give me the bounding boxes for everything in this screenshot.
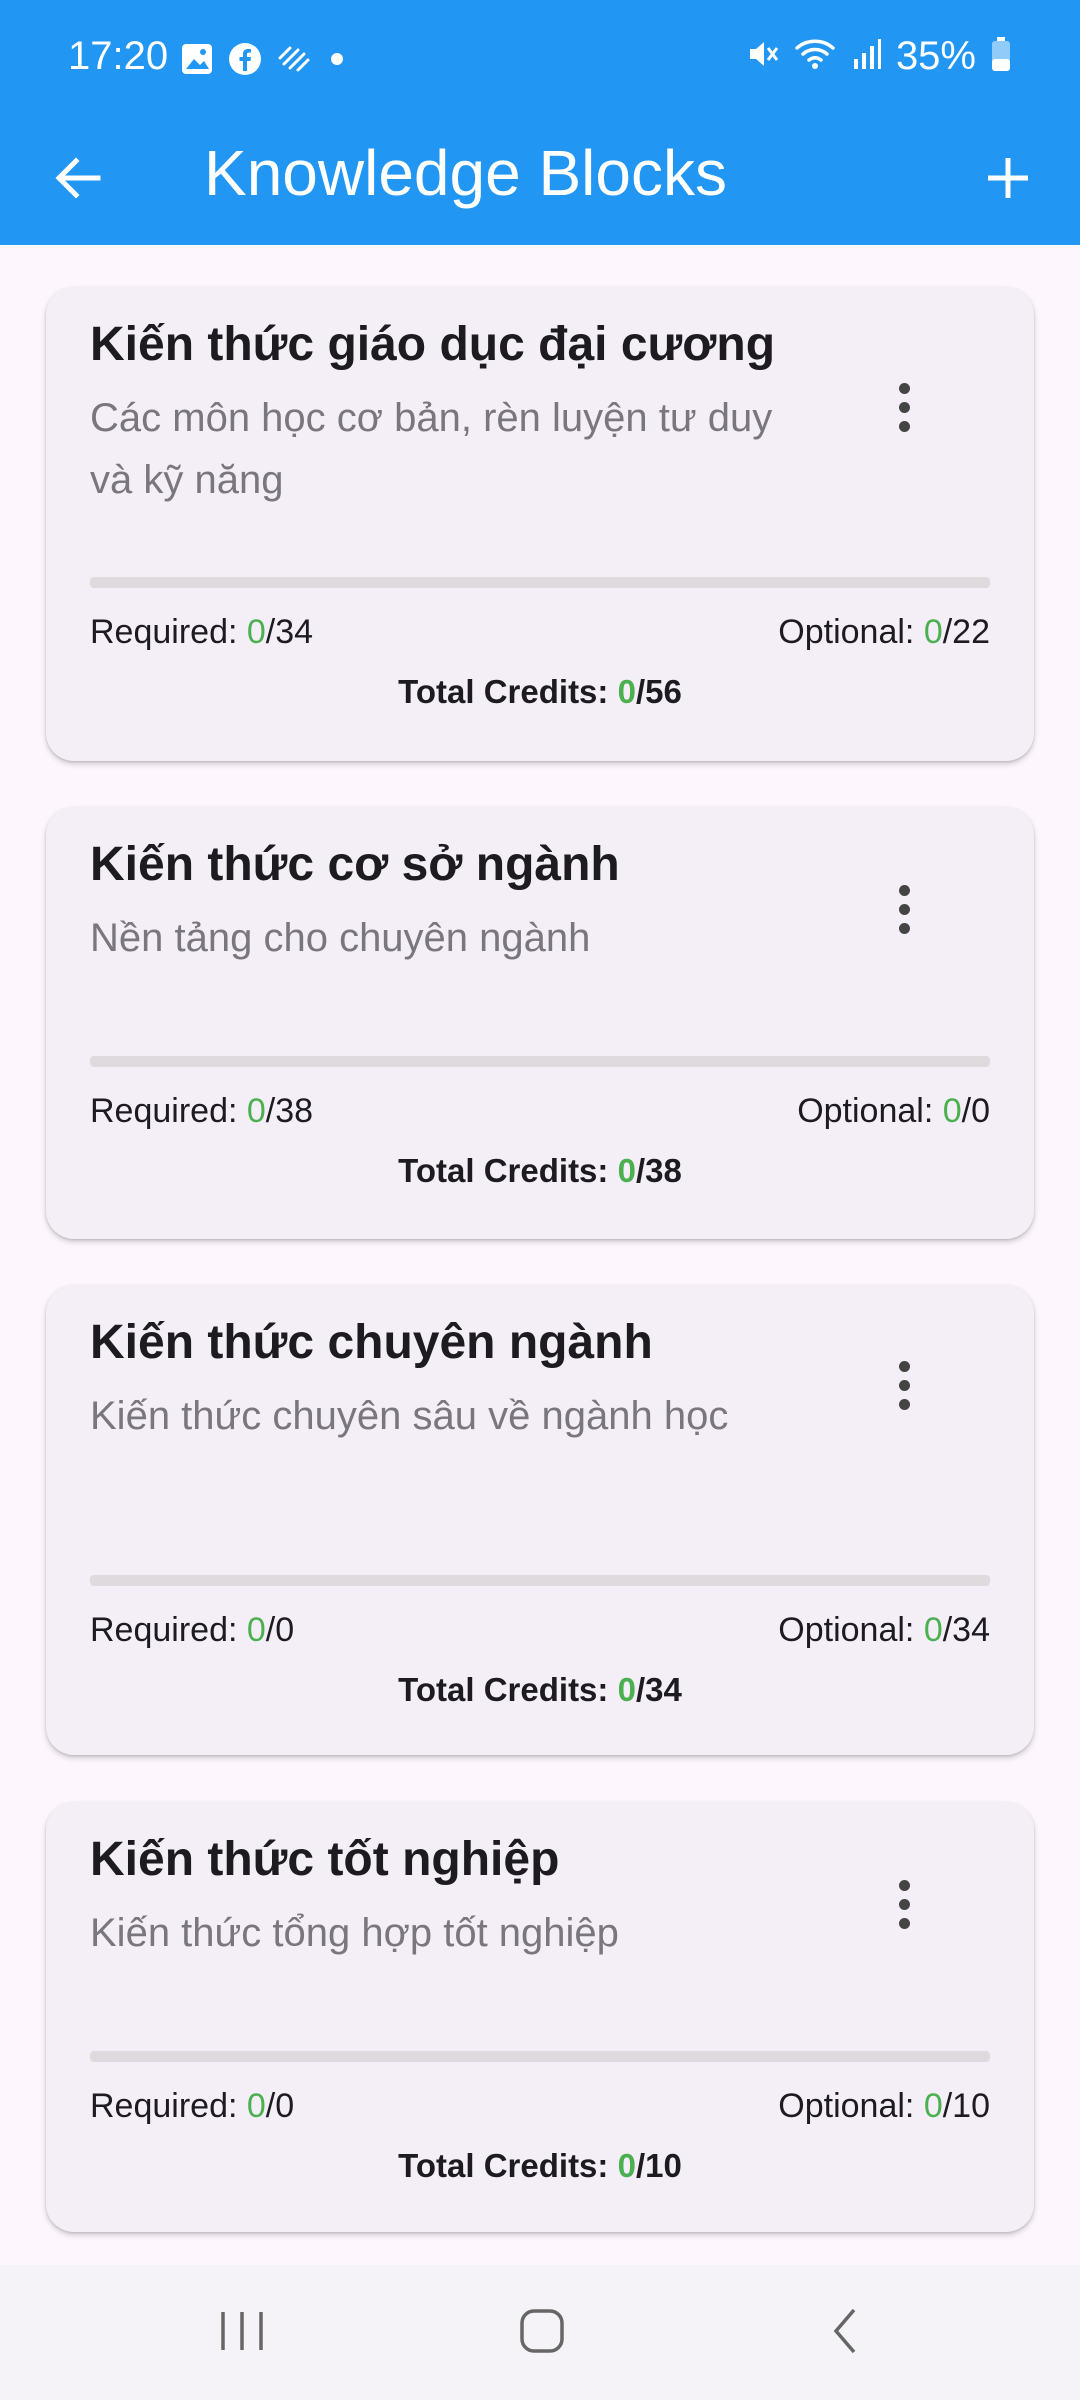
card-title: Kiến thức cơ sở ngành [90,838,620,891]
card-description: Nền tảng cho chuyên ngành [90,916,591,960]
more-options-button[interactable] [874,1345,934,1425]
wifi-icon [794,37,838,76]
add-button[interactable] [970,142,1046,218]
recent-apps-button[interactable] [182,2293,302,2373]
status-time: 17:20 [68,34,169,78]
status-notification-icons [180,42,348,81]
app-bar: 17:20 35% Knowledge Blocks [0,0,1080,245]
knowledge-block-card[interactable]: Kiến thức tốt nghiệp Kiến thức tổng hợp … [46,1802,1034,2232]
knowledge-block-card[interactable]: Kiến thức cơ sở ngành Nền tảng cho chuyê… [46,807,1034,1239]
mute-icon [746,37,780,76]
required-credits: Required: 0/0 [90,1611,295,1649]
add-icon [985,155,1031,206]
gallery-icon [180,42,214,81]
home-button[interactable] [482,2293,602,2373]
optional-credits: Optional: 0/10 [778,2087,990,2125]
card-title: Kiến thức tốt nghiệp [90,1833,560,1886]
knowledge-block-card[interactable]: Kiến thức chuyên ngành Kiến thức chuyên … [46,1285,1034,1755]
credit-progress-bar [90,2051,990,2062]
recent-apps-icon [217,2308,267,2359]
total-credits: Total Credits: 0/10 [398,2147,682,2184]
more-options-button[interactable] [874,869,934,949]
toolbar: Knowledge Blocks [0,120,1080,245]
battery-icon [990,36,1012,77]
page-title: Knowledge Blocks [204,137,727,209]
optional-credits: Optional: 0/34 [778,1611,990,1649]
home-icon [517,2306,567,2361]
battery-percentage: 35% [895,34,976,78]
required-credits: Required: 0/0 [90,2087,295,2125]
optional-credits: Optional: 0/22 [778,613,990,651]
required-credits: Required: 0/34 [90,613,314,651]
back-nav-icon [826,2306,866,2361]
card-description: Kiến thức tổng hợp tốt nghiệp [90,1911,619,1955]
knowledge-block-list: Kiến thức giáo dục đại cương Các môn học… [0,245,1080,2265]
arrow-back-icon [52,152,104,209]
status-bar: 17:20 35% [0,0,1080,120]
sync-icon [276,44,312,79]
credit-progress-bar [90,1056,990,1067]
total-credits: Total Credits: 0/56 [398,673,682,710]
system-nav-bar [0,2265,1080,2400]
more-options-button[interactable] [874,367,934,447]
total-credits: Total Credits: 0/34 [398,1671,682,1708]
card-description: Các môn học cơ bản, rèn luyện tư duy và … [90,396,773,502]
more-options-button[interactable] [874,1864,934,1944]
status-system-icons: 35% [746,34,1012,79]
card-title: Kiến thức giáo dục đại cương [90,318,776,371]
credit-progress-bar [90,577,990,588]
card-description: Kiến thức chuyên sâu về ngành học [90,1394,729,1438]
knowledge-block-card[interactable]: Kiến thức giáo dục đại cương Các môn học… [46,287,1034,761]
back-nav-button[interactable] [786,2293,906,2373]
total-credits: Total Credits: 0/38 [398,1152,682,1189]
facebook-icon [228,42,262,81]
optional-credits: Optional: 0/0 [797,1092,990,1130]
back-button[interactable] [40,142,116,218]
card-title: Kiến thức chuyên ngành [90,1316,653,1369]
credit-progress-bar [90,1575,990,1586]
signal-icon [852,37,882,76]
dot-icon [326,48,348,75]
required-credits: Required: 0/38 [90,1092,314,1130]
